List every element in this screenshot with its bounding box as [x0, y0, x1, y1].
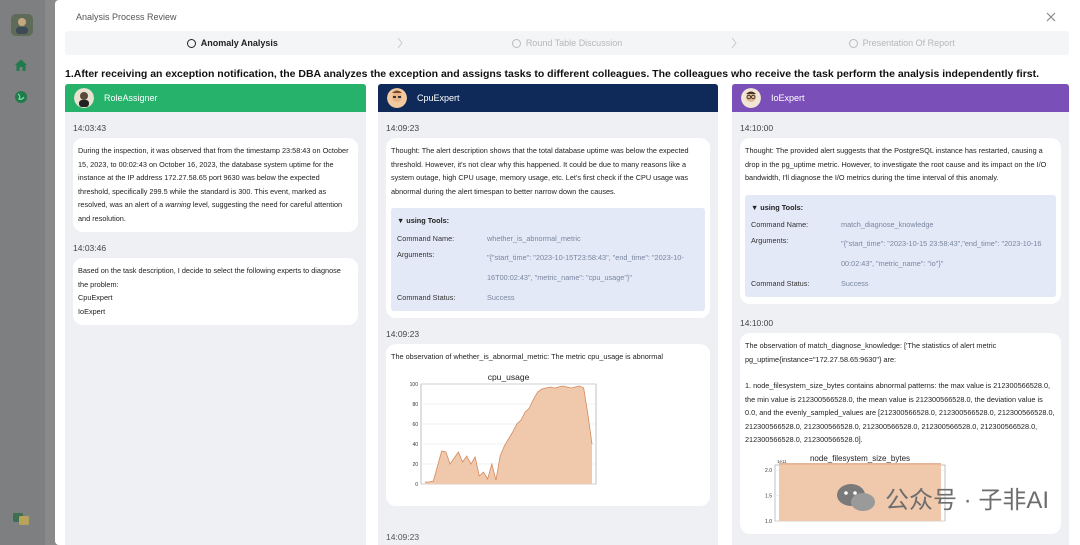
message-emphasis: warning — [165, 200, 191, 209]
process-steps: Anomaly Analysis Round Table Discussion … — [65, 31, 1069, 55]
y-tick-label: 60 — [412, 422, 418, 428]
globe-icon[interactable] — [14, 90, 28, 104]
analysis-review-modal: Analysis Process Review Anomaly Analysis… — [55, 0, 1080, 545]
translate-icon[interactable] — [12, 512, 30, 526]
message-text: Thought: The alert description shows tha… — [391, 146, 689, 196]
step-round-table-discussion[interactable]: Round Table Discussion — [400, 31, 737, 55]
message-text: The observation of match_diagnose_knowle… — [745, 341, 997, 364]
tool-key: Command Status: — [751, 279, 810, 288]
message-timestamp: 14:09:23 — [386, 123, 420, 133]
y-tick-label: 80 — [412, 402, 418, 408]
step-circle-icon — [186, 38, 196, 48]
cpu-usage-chart: cpu_usage 0 20 40 60 80 100 — [391, 369, 705, 499]
agent-header: IoExpert — [732, 84, 1069, 112]
tool-key: Command Name: — [397, 233, 455, 243]
tool-key: Command Status: — [397, 292, 456, 302]
step-circle-icon — [848, 38, 858, 48]
tool-row: Command Status: Success — [751, 277, 1050, 290]
wechat-icon — [837, 483, 875, 511]
agent-name: RoleAssigner — [104, 93, 158, 103]
command-status-value: Success — [487, 292, 515, 302]
tool-row: Arguments: "{"start_time": "2023-10-15T2… — [397, 248, 699, 288]
cpu-usage-chart-svg: cpu_usage 0 20 40 60 80 100 — [410, 372, 597, 488]
agent-avatar — [741, 88, 761, 108]
axis-scale-label: 1e11 — [777, 459, 787, 464]
agent-avatar — [74, 88, 94, 108]
y-tick-label: 1.5 — [765, 493, 772, 499]
tool-row: Command Name: whether_is_abnormal_metric — [397, 232, 699, 245]
tool-row: Command Status: Success — [397, 291, 699, 304]
message-timestamp: 14:03:46 — [73, 243, 107, 253]
tool-call-panel: ▼ using Tools: Command Name: whether_is_… — [391, 208, 705, 311]
tools-toggle[interactable]: ▼ using Tools: — [397, 214, 699, 228]
command-name-value: whether_is_abnormal_metric — [487, 233, 581, 243]
message-text: 1. node_filesystem_size_bytes contains a… — [745, 381, 1055, 444]
step-presentation-of-report[interactable]: Presentation Of Report — [734, 31, 1069, 55]
tool-key: Arguments: — [751, 236, 789, 245]
y-tick-label: 1.0 — [765, 518, 772, 522]
expert-name: CpuExpert — [78, 293, 113, 302]
tool-call-panel: ▼ using Tools: Command Name: match_diagn… — [745, 194, 1056, 297]
tool-key: Arguments: — [397, 249, 435, 259]
y-tick-label: 40 — [412, 442, 418, 448]
message-bubble: The observation of whether_is_abnormal_m… — [386, 343, 710, 506]
chart-title: cpu_usage — [488, 372, 530, 382]
section-headline: 1.After receiving an exception notificat… — [65, 68, 1040, 80]
tools-toggle[interactable]: ▼ using Tools: — [751, 201, 1050, 215]
arguments-value: "{"start_time": "2023-10-15T23:58:43", "… — [487, 252, 684, 282]
step-label: Presentation Of Report — [862, 38, 955, 48]
step-circle-icon — [511, 38, 521, 48]
y-tick-label: 100 — [410, 382, 419, 388]
close-icon[interactable] — [1044, 10, 1058, 24]
message-bubble: Thought: The alert description shows tha… — [386, 138, 710, 318]
message-bubble: Based on the task description, I decide … — [73, 258, 358, 325]
agent-name: IoExpert — [771, 93, 805, 103]
step-label: Round Table Discussion — [525, 38, 623, 48]
step-anomaly-analysis[interactable]: Anomaly Analysis — [65, 31, 403, 55]
command-status-value: Success — [841, 279, 869, 288]
command-name-value: match_diagnose_knowledge — [841, 220, 934, 229]
message-bubble: During the inspection, it was observed t… — [73, 138, 358, 232]
agent-column-roleassigner: RoleAssigner 14:03:43 During the inspect… — [65, 84, 366, 545]
y-tick-label: 0 — [415, 482, 418, 488]
agent-header: CpuExpert — [378, 84, 718, 112]
message-timestamp: 14:10:00 — [740, 123, 774, 133]
step-label: Anomaly Analysis — [200, 38, 278, 48]
chart-title: node_filesystem_size_bytes — [810, 454, 910, 463]
y-tick-label: 20 — [412, 462, 418, 468]
message-timestamp: 14:09:23 — [386, 328, 420, 339]
tool-row: Command Name: match_diagnose_knowledge — [751, 218, 1050, 231]
message-text: Based on the task description, I decide … — [78, 266, 341, 289]
agent-column-cpuexpert: CpuExpert 14:09:23 Thought: The alert de… — [378, 84, 718, 545]
watermark-text: 公众号 · 子非AI — [885, 487, 1050, 514]
message-timestamp: 14:10:00 — [740, 318, 774, 328]
user-avatar[interactable] — [11, 14, 33, 36]
agent-column-ioexpert: IoExpert 14:10:00 Thought: The provided … — [732, 84, 1069, 545]
home-icon[interactable] — [14, 58, 28, 72]
tool-key: Command Name: — [751, 220, 809, 229]
agent-name: CpuExpert — [417, 93, 460, 103]
message-text: Thought: The provided alert suggests tha… — [745, 146, 1047, 182]
message-text: The observation of whether_is_abnormal_m… — [391, 351, 664, 361]
sidebar-divider — [45, 0, 55, 545]
arguments-value: "{"start_time": "2023-10-15 23:58:43","e… — [841, 239, 1042, 268]
message-timestamp: 14:09:23 — [386, 532, 420, 542]
watermark: 公众号 · 子非AI — [835, 480, 1049, 515]
modal-title: Analysis Process Review — [76, 12, 177, 22]
agent-avatar — [387, 88, 407, 108]
expert-name: IoExpert — [78, 306, 106, 316]
y-tick-label: 2.0 — [765, 467, 772, 473]
message-bubble: Thought: The provided alert suggests tha… — [740, 138, 1061, 304]
tool-row: Arguments: "{"start_time": "2023-10-15 2… — [751, 234, 1050, 274]
message-timestamp: 14:03:43 — [73, 123, 107, 133]
agent-header: RoleAssigner — [65, 84, 366, 112]
